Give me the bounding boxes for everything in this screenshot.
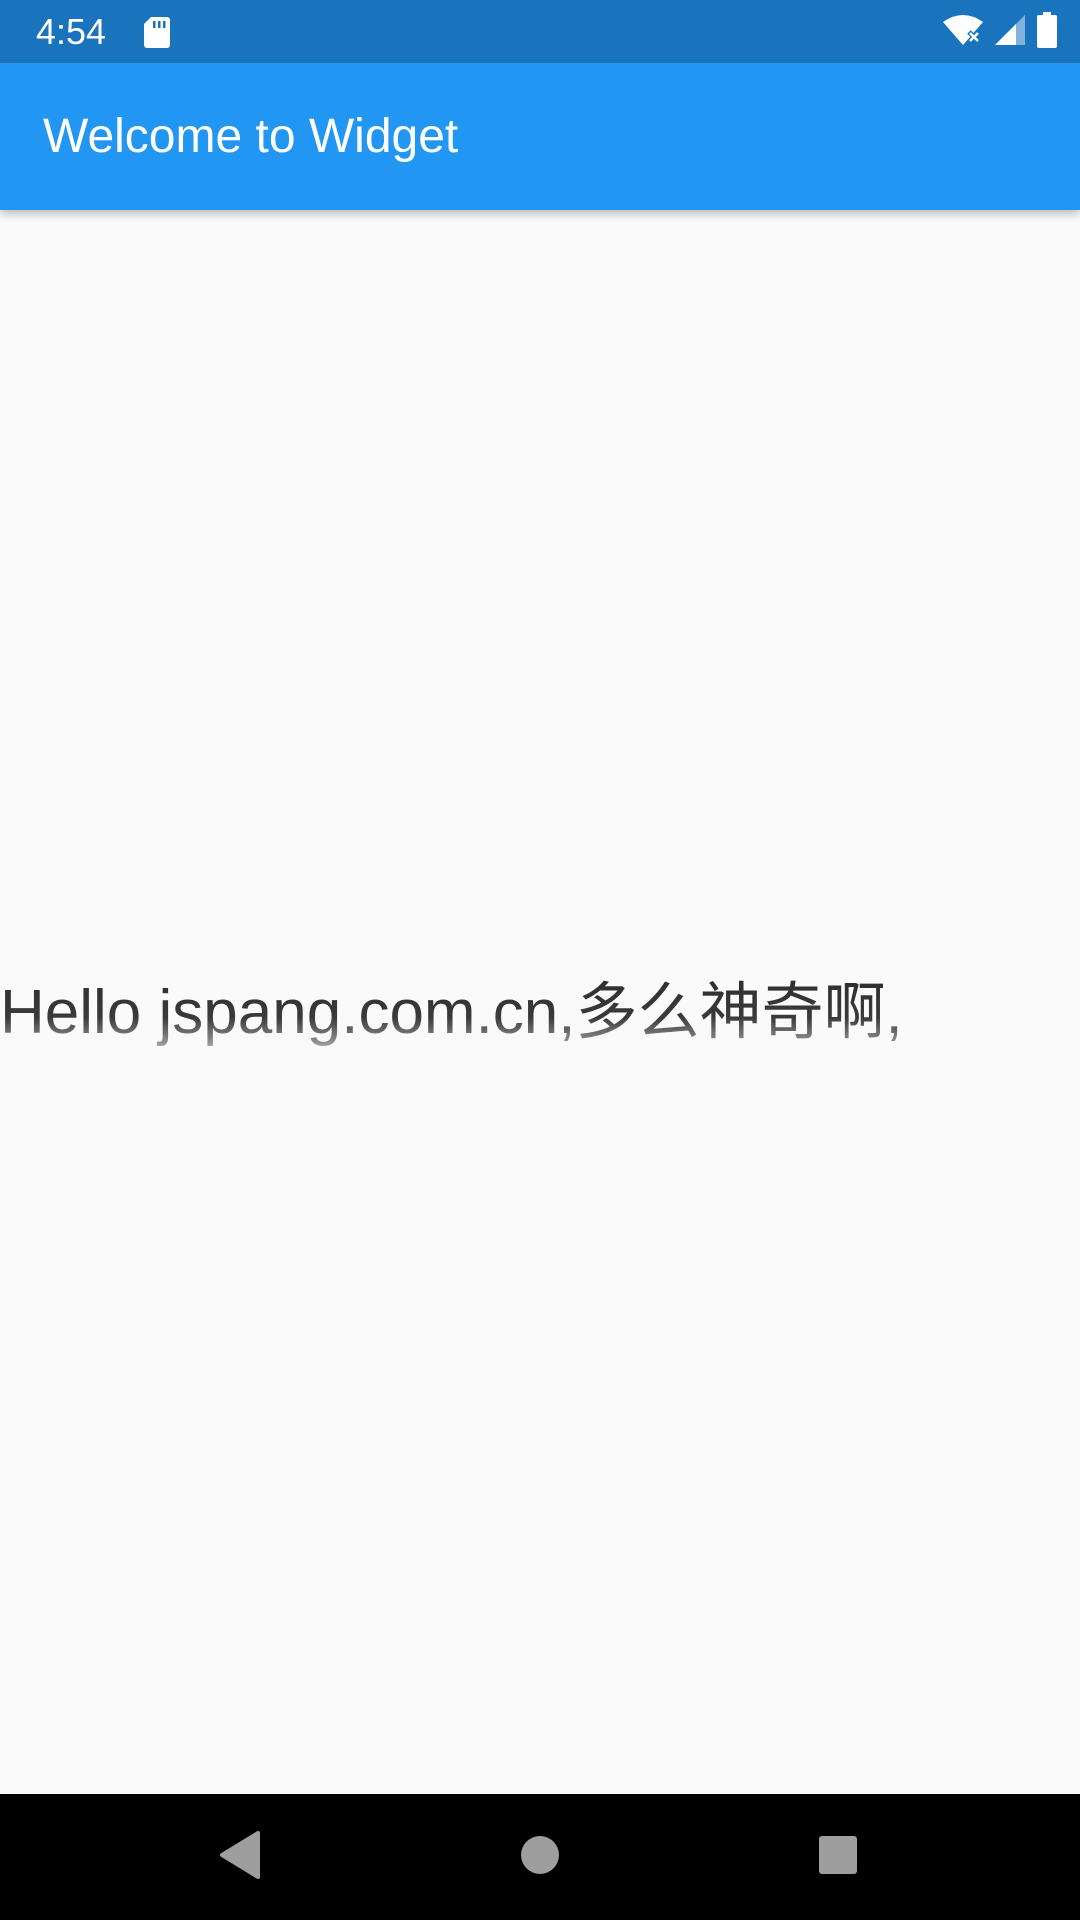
app-bar: Welcome to Widget <box>0 63 1080 210</box>
navigation-bar <box>0 1794 1080 1920</box>
back-icon <box>218 1831 262 1883</box>
sd-card-icon <box>143 15 171 49</box>
gradient-text: Hello jspang.com.cn,多么神奇啊, <box>0 968 1080 1058</box>
recents-icon <box>818 1835 858 1879</box>
wifi-off-icon <box>942 14 984 50</box>
back-button[interactable] <box>210 1827 270 1887</box>
page-title: Welcome to Widget <box>43 110 459 163</box>
recents-button[interactable] <box>808 1827 868 1887</box>
main-content: Hello jspang.com.cn,多么神奇啊, <box>0 210 1080 1794</box>
status-time: 4:54 <box>36 11 107 52</box>
battery-icon <box>1036 12 1058 52</box>
status-bar: 4:54 <box>0 0 1080 63</box>
signal-icon <box>994 14 1026 50</box>
home-icon <box>520 1835 560 1879</box>
status-icons <box>942 12 1058 52</box>
home-button[interactable] <box>510 1827 570 1887</box>
